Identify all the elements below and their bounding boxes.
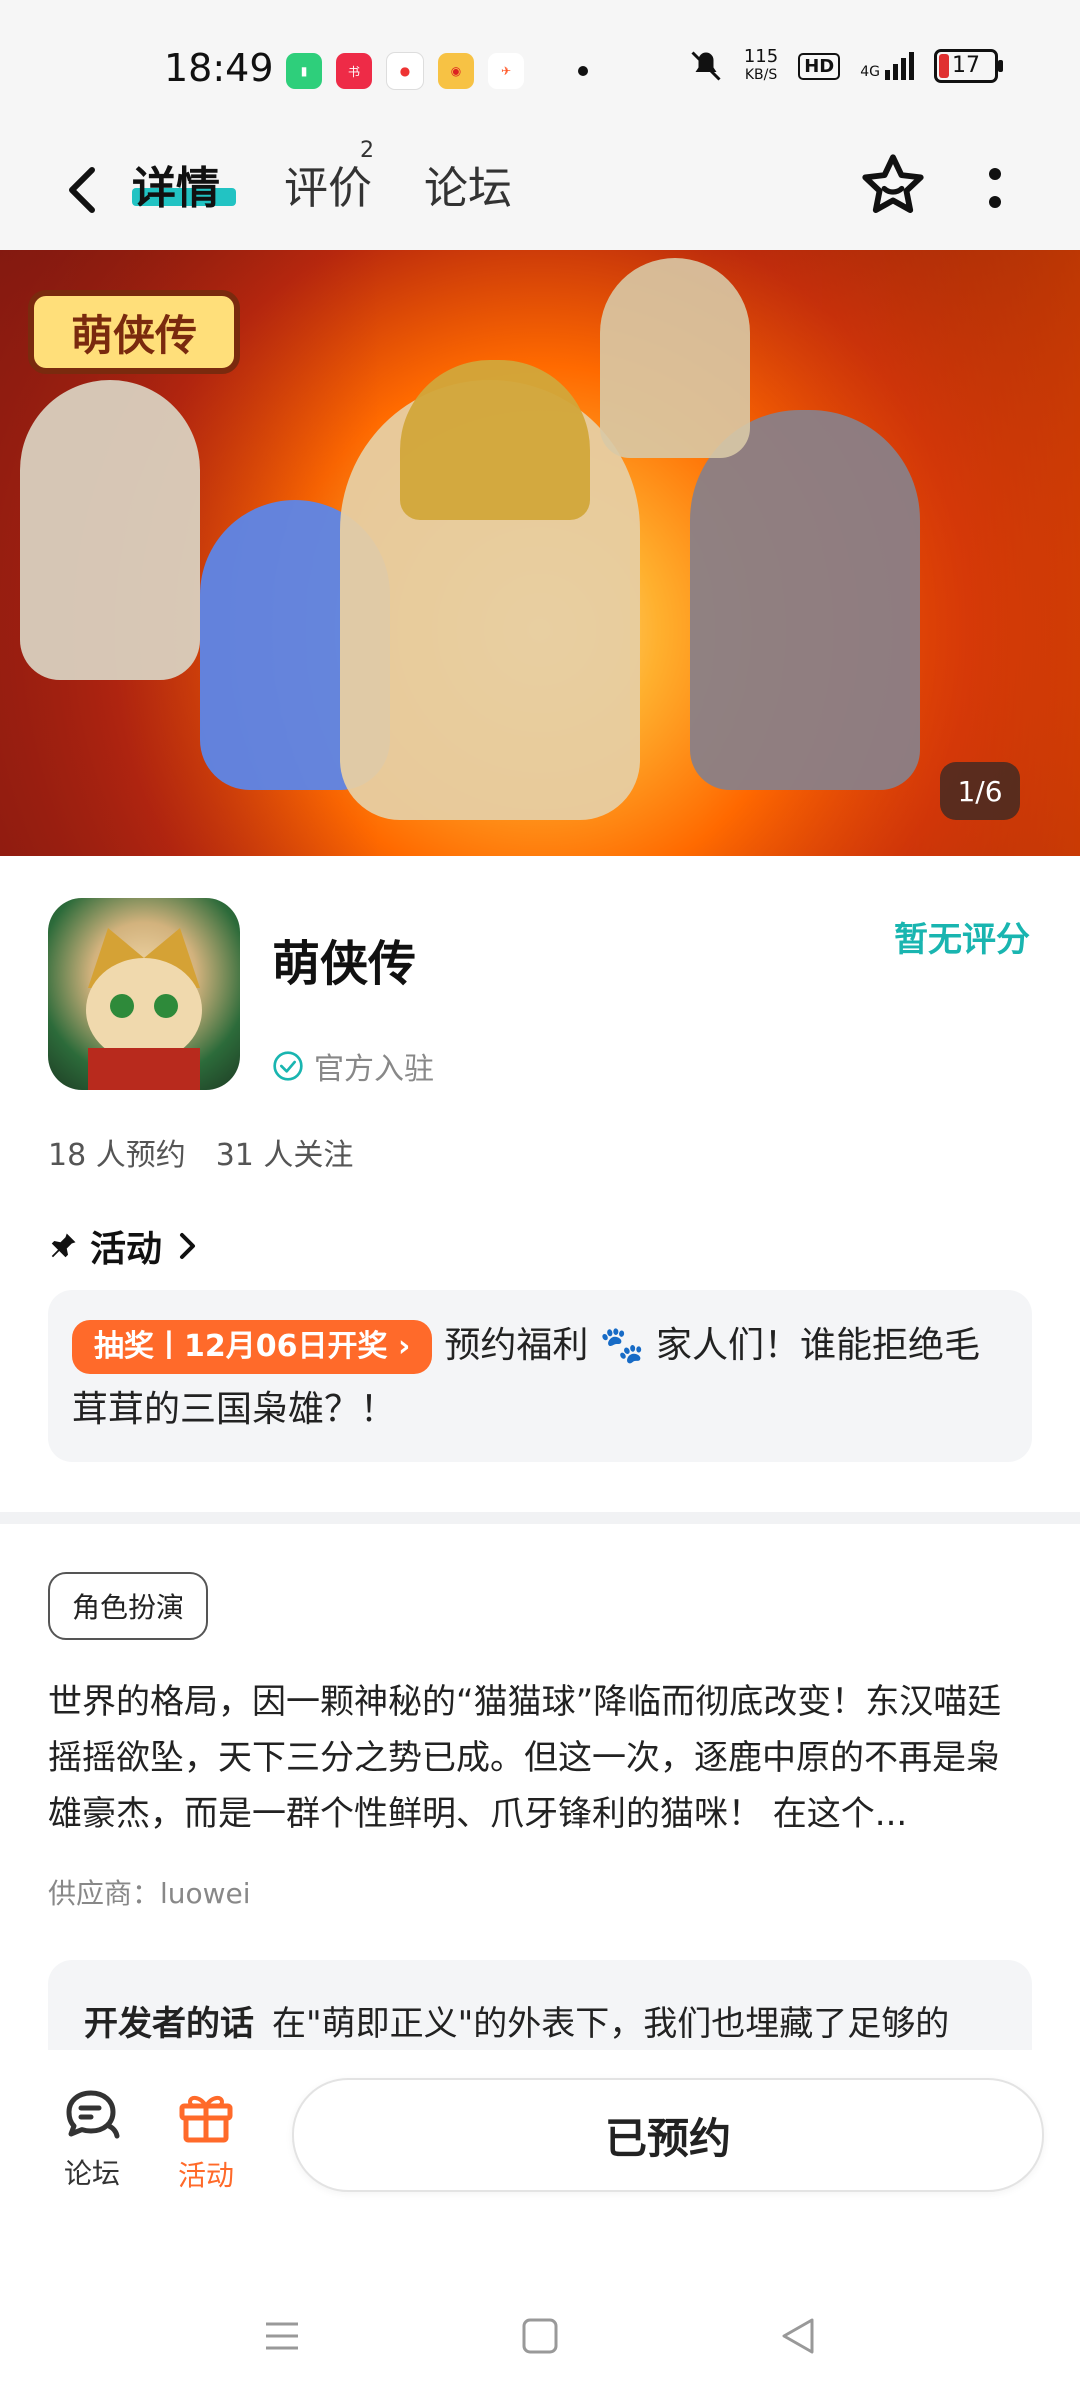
tab-details[interactable]: 详情 — [132, 152, 220, 216]
back-arrow-icon — [69, 167, 95, 213]
activity-shortcut[interactable]: 活动 — [156, 2086, 256, 2194]
pin-icon — [51, 1233, 76, 1258]
home-button[interactable] — [520, 2316, 560, 2360]
top-navigation: 详情 评价 2 论坛 — [0, 130, 1080, 250]
favorite-button[interactable] — [858, 150, 928, 224]
lottery-pill[interactable]: 抽奖丨12月06日开奖 › — [72, 1320, 433, 1374]
signal-icon: 4G — [860, 52, 914, 80]
follower-count: 31 人关注 — [215, 1138, 354, 1173]
verified-check-icon — [273, 1051, 303, 1081]
more-vertical-icon — [989, 168, 1001, 208]
system-back-button[interactable] — [778, 2316, 818, 2360]
chevron-right-icon — [180, 1233, 196, 1259]
home-square-icon — [522, 2318, 558, 2354]
verified-label: 官方入驻 — [314, 1052, 434, 1087]
forum-shortcut[interactable]: 论坛 — [42, 2086, 142, 2192]
status-time: 18:49 — [164, 46, 274, 90]
bottom-action-bar: 论坛 活动 已预约 — [0, 2050, 1080, 2220]
activity-header-label: 活动 — [90, 1229, 163, 1270]
network-speed: 115 KB/S — [744, 48, 778, 84]
activity-content: 抽奖丨12月06日开奖 › 预约福利 🐾 家人们！谁能拒绝毛茸茸的三国枭雄？！ — [72, 1314, 1012, 1442]
game-app-icon: ✈ — [488, 53, 524, 89]
forum-shortcut-label: 论坛 — [63, 2157, 120, 2190]
hd-indicator: HD — [798, 52, 841, 80]
activity-shortcut-label: 活动 — [177, 2159, 234, 2192]
system-indicators: 115 KB/S HD 4G 17 — [688, 48, 1003, 84]
notification-icons: ▮ 书 ● ◉ ✈ — [286, 52, 588, 90]
genre-tag[interactable]: 角色扮演 — [48, 1572, 209, 1640]
more-notifications-dot — [578, 66, 588, 76]
section-divider — [0, 1512, 1080, 1524]
lottery-pill-label: 抽奖丨12月06日开奖 — [94, 1329, 388, 1364]
shop-app-icon: ● — [386, 52, 424, 90]
game-logo: 萌侠传 — [28, 290, 240, 374]
status-bar: 18:49 ▮ 书 ● ◉ ✈ 115 KB/S HD 4G 17 — [0, 0, 1080, 130]
signal-type: 4G — [860, 64, 880, 80]
character-sage-cat — [20, 380, 200, 680]
more-options-button[interactable] — [980, 160, 1010, 220]
mute-icon — [691, 51, 721, 81]
developer-note-content: 开发者的话 在"萌即正义"的外表下，我们也埋藏了足够的 — [84, 1996, 1004, 2045]
tab-forum[interactable]: 论坛 — [424, 152, 512, 216]
reviews-count-badge: 2 — [360, 138, 374, 163]
game-banner-carousel[interactable]: 萌侠传 1/6 — [0, 250, 1080, 856]
character-warrior-cat — [600, 258, 750, 458]
battery-saver-app-icon: ▮ — [286, 53, 322, 89]
recent-apps-button[interactable] — [262, 2316, 302, 2360]
pill-chevron-icon: › — [397, 1329, 411, 1364]
xiaohongshu-app-icon: 书 — [336, 53, 372, 89]
rating-status[interactable]: 暂无评分 — [894, 912, 1030, 961]
tab-reviews[interactable]: 评价 — [284, 152, 372, 216]
official-verified: 官方入驻 — [272, 1044, 434, 1088]
app-title: 萌侠传 — [272, 936, 417, 992]
developer-note-card[interactable]: 开发者的话 在"萌即正义"的外表下，我们也埋藏了足够的 — [48, 1960, 1032, 2050]
chat-bubble-icon — [66, 2090, 120, 2139]
battery-icon: 17 — [934, 49, 1003, 83]
back-button[interactable] — [58, 160, 108, 220]
app-stats: 18 人预约 31 人关注 — [48, 1130, 353, 1174]
menu-icon — [266, 2322, 298, 2350]
network-speed-value: 115 — [743, 46, 779, 67]
reservation-count: 18 人预约 — [48, 1138, 186, 1173]
app-icon-art — [86, 928, 202, 1090]
game-description[interactable]: 世界的格局，因一颗神秘的“猫猫球”降临而彻底改变！东汉喵廷摇摇欲坠，天下三分之势… — [48, 1674, 1032, 1842]
reserved-button[interactable]: 已预约 — [292, 2078, 1044, 2192]
banner-page-counter: 1/6 — [940, 762, 1020, 820]
activity-card[interactable]: 抽奖丨12月06日开奖 › 预约福利 🐾 家人们！谁能拒绝毛茸茸的三国枭雄？！ — [48, 1290, 1032, 1462]
supplier-info: 供应商：luowei — [48, 1877, 251, 1910]
hero-helmet — [400, 360, 590, 520]
star-icon — [862, 154, 924, 213]
developer-note-text: 在"萌即正义"的外表下，我们也埋藏了足够的 — [272, 2004, 950, 2044]
activity-section-header[interactable]: 活动 — [48, 1220, 200, 1272]
weibo-app-icon: ◉ — [438, 53, 474, 89]
app-icon — [48, 898, 240, 1090]
back-triangle-icon — [782, 2318, 814, 2354]
developer-note-title: 开发者的话 — [84, 2004, 254, 2044]
network-speed-unit: KB/S — [744, 67, 778, 83]
gift-icon — [179, 2095, 233, 2143]
system-navigation-bar — [0, 2220, 1080, 2400]
battery-level: 17 — [952, 53, 980, 78]
character-grey-cat — [690, 410, 920, 790]
